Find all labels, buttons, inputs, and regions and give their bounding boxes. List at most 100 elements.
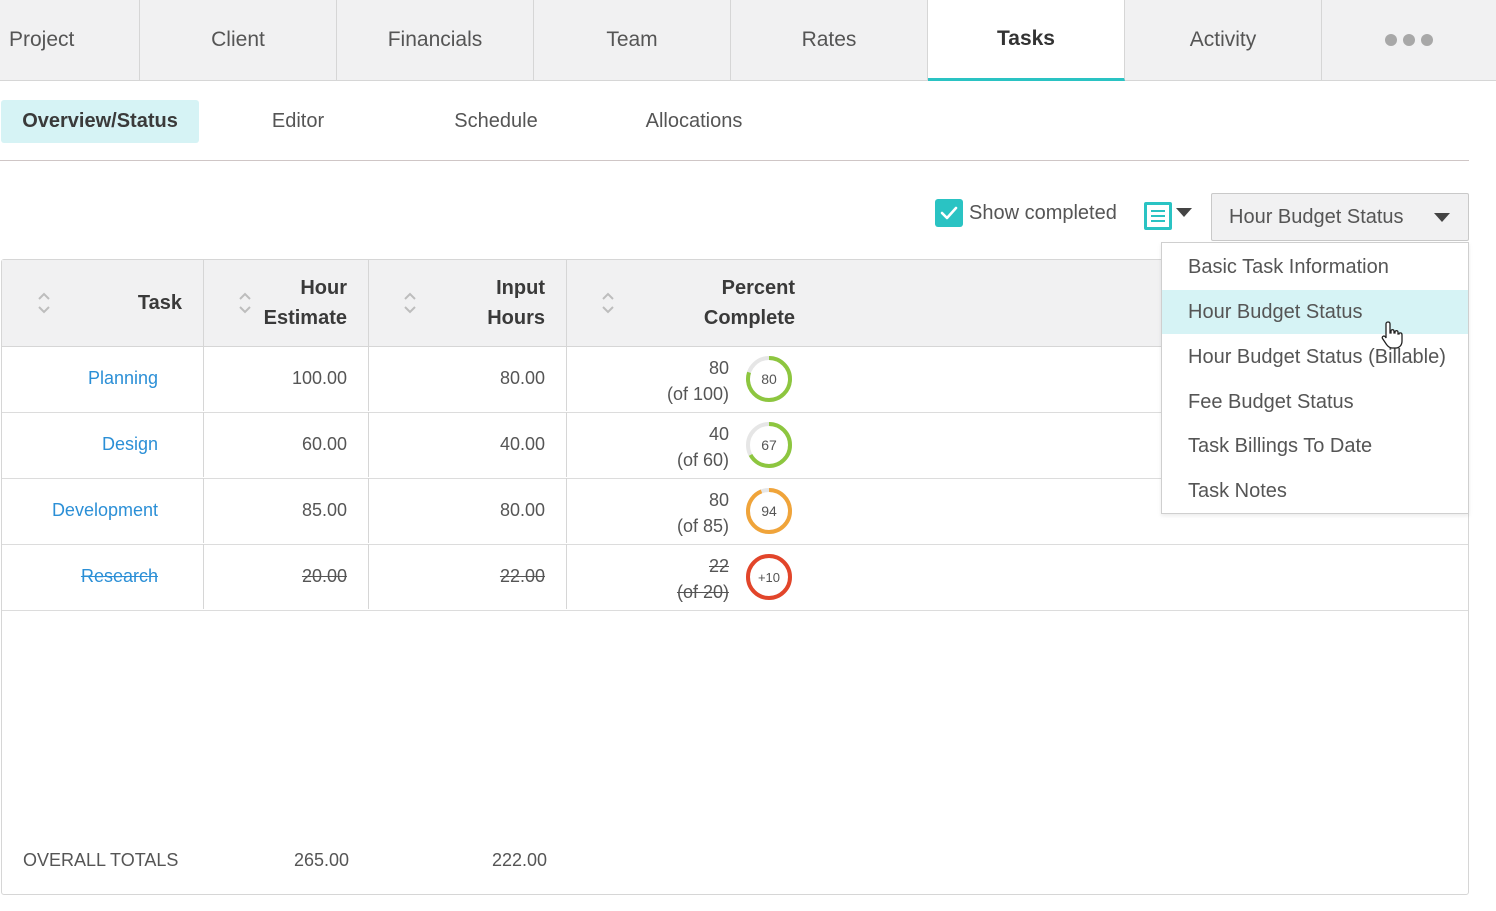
table-row[interactable]: Research 20.00 22.00 22 (of 20) +10 <box>2 544 1468 611</box>
menu-item-task-notes[interactable]: Task Notes <box>1162 469 1468 513</box>
input-hours-value: 80.00 <box>499 500 545 520</box>
subtab-schedule[interactable]: Schedule <box>397 100 595 143</box>
tab-label: Financials <box>387 28 483 51</box>
column-header-hour-estimate[interactable]: Hour Estimate <box>204 260 369 346</box>
menu-item-label: Task Notes <box>1188 479 1287 502</box>
chevron-down-icon[interactable] <box>1176 208 1192 217</box>
menu-item-basic-task-information[interactable]: Basic Task Information <box>1162 245 1468 289</box>
hours-budget: (of 20) <box>676 582 729 602</box>
column-header-input-hours[interactable]: Input Hours <box>369 260 567 346</box>
tab-label: Activity <box>1189 28 1257 51</box>
task-link[interactable]: Design <box>102 434 158 455</box>
tab-label: Project <box>9 28 75 51</box>
task-cell: Design <box>2 412 204 477</box>
menu-item-label: Task Billings To Date <box>1188 434 1373 457</box>
chevron-down-icon <box>1434 213 1450 222</box>
header-label: Input Hours <box>487 277 545 329</box>
tab-rates[interactable]: Rates <box>731 0 928 80</box>
header-label: Task <box>137 292 182 314</box>
subtab-overview-status[interactable]: Overview/Status <box>1 100 199 143</box>
progress-ring: 67 <box>746 422 792 468</box>
totals-hour-estimate: 265.00 <box>293 850 349 870</box>
input-hours-value: 22.00 <box>499 566 545 586</box>
task-cell: Development <box>2 478 204 543</box>
hour-estimate-cell: 20.00 <box>204 544 369 609</box>
progress-ring-label: 67 <box>761 437 777 453</box>
task-link[interactable]: Research <box>81 566 158 587</box>
subtab-label: Editor <box>271 110 325 132</box>
view-select[interactable]: Hour Budget Status <box>1211 193 1469 241</box>
hours-budget: (of 60) <box>676 450 729 470</box>
tab-label: Tasks <box>997 27 1055 50</box>
column-header-task[interactable]: Task <box>2 260 204 346</box>
show-completed-label[interactable]: Show completed <box>969 202 1117 225</box>
hour-estimate-cell: 85.00 <box>204 478 369 543</box>
task-link[interactable]: Development <box>52 500 158 521</box>
sort-icon[interactable] <box>37 290 51 316</box>
tab-label: Team <box>606 28 658 51</box>
hour-estimate-cell: 60.00 <box>204 412 369 477</box>
more-icon <box>1385 34 1433 46</box>
show-completed-checkbox[interactable] <box>935 199 963 227</box>
hours-used: 80 <box>708 358 729 378</box>
menu-item-label: Fee Budget Status <box>1188 390 1354 413</box>
tab-activity[interactable]: Activity <box>1125 0 1322 80</box>
tab-more[interactable] <box>1322 0 1496 80</box>
hour-estimate-value: 20.00 <box>301 566 347 586</box>
hour-estimate-cell: 100.00 <box>204 346 369 411</box>
hours-budget: (of 100) <box>666 384 729 404</box>
hour-estimate-value: 60.00 <box>301 434 347 454</box>
percent-complete-cell: 22 (of 20) +10 <box>567 544 1468 609</box>
subtab-label: Allocations <box>645 110 743 132</box>
sub-tab-bar: Overview/Status Editor Schedule Allocati… <box>0 100 1469 161</box>
top-tab-bar: Project Client Financials Team Rates Tas… <box>0 0 1496 81</box>
hours-used: 40 <box>708 424 729 444</box>
input-hours-value: 40.00 <box>499 434 545 454</box>
hours-budget: (of 85) <box>676 516 729 536</box>
task-link[interactable]: Planning <box>88 368 158 389</box>
tab-project[interactable]: Project <box>0 0 140 80</box>
sort-icon[interactable] <box>238 290 252 316</box>
input-hours-value: 80.00 <box>499 368 545 388</box>
task-cell: Planning <box>2 346 204 411</box>
menu-item-task-billings-to-date[interactable]: Task Billings To Date <box>1162 424 1468 468</box>
input-hours-cell: 80.00 <box>369 346 567 411</box>
hours-used: 80 <box>708 490 729 510</box>
menu-item-hour-budget-status-billable[interactable]: Hour Budget Status (Billable) <box>1162 335 1468 379</box>
totals-label: OVERALL TOTALS <box>23 850 179 870</box>
percent-hours-text: 80 (of 100) <box>627 355 729 407</box>
hours-used: 22 <box>708 556 729 576</box>
percent-hours-text: 80 (of 85) <box>627 487 729 539</box>
sort-icon[interactable] <box>403 290 417 316</box>
header-label: Hour Estimate <box>263 277 347 329</box>
menu-item-label: Basic Task Information <box>1188 255 1389 278</box>
hour-estimate-value: 100.00 <box>291 368 347 388</box>
totals-input-hours: 222.00 <box>491 850 547 870</box>
menu-item-hour-budget-status[interactable]: Hour Budget Status <box>1162 290 1468 334</box>
tab-team[interactable]: Team <box>534 0 731 80</box>
hour-estimate-value: 85.00 <box>301 500 347 520</box>
column-list-icon[interactable] <box>1144 202 1172 230</box>
menu-item-label: Hour Budget Status (Billable) <box>1188 345 1446 368</box>
tab-tasks[interactable]: Tasks <box>928 0 1125 81</box>
tab-label: Client <box>211 28 265 51</box>
progress-ring: 94 <box>746 488 792 534</box>
header-label: Percent Complete <box>703 277 795 329</box>
input-hours-cell: 80.00 <box>369 478 567 543</box>
view-select-value: Hour Budget Status <box>1229 206 1404 228</box>
progress-ring-label: 94 <box>761 503 777 519</box>
menu-item-label: Hour Budget Status <box>1188 300 1363 323</box>
tab-client[interactable]: Client <box>140 0 337 80</box>
tab-financials[interactable]: Financials <box>337 0 534 80</box>
checkmark-icon <box>940 206 958 220</box>
menu-item-fee-budget-status[interactable]: Fee Budget Status <box>1162 380 1468 424</box>
view-dropdown-menu: Basic Task Information Hour Budget Statu… <box>1161 242 1469 514</box>
task-cell: Research <box>2 544 204 609</box>
progress-ring-label: +10 <box>758 570 780 585</box>
subtab-allocations[interactable]: Allocations <box>595 100 793 143</box>
sort-icon[interactable] <box>601 290 615 316</box>
subtab-editor[interactable]: Editor <box>199 100 397 143</box>
progress-ring: 80 <box>746 356 792 402</box>
tab-label: Rates <box>801 28 857 51</box>
progress-ring: +10 <box>746 554 792 600</box>
